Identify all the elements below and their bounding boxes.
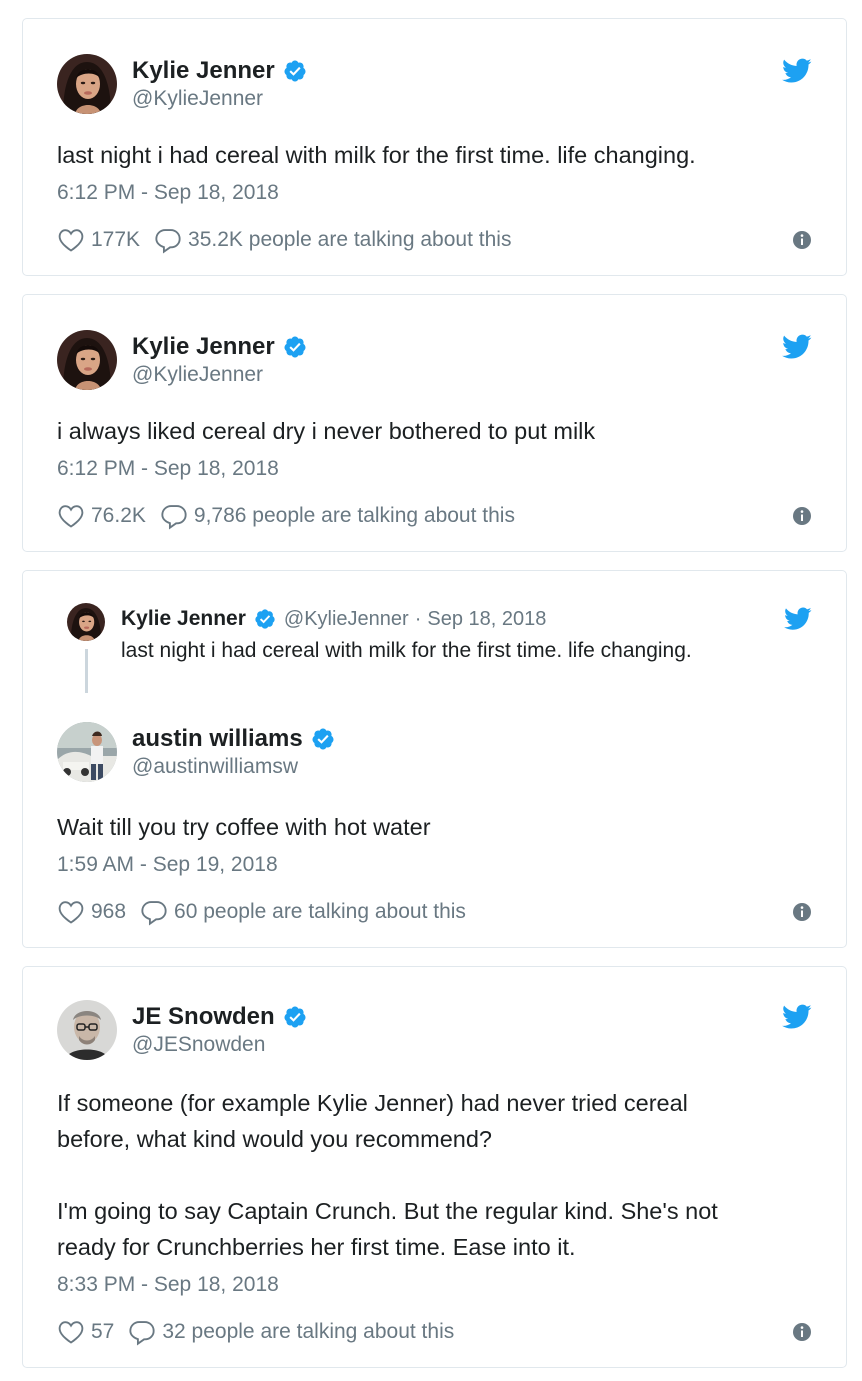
like-count[interactable]: 76.2K (91, 504, 146, 528)
quoted-tweet[interactable]: Kylie Jenner @KylieJenner · Sep 18, 2018… (67, 603, 812, 693)
author-name[interactable]: austin williams (132, 725, 303, 753)
avatar[interactable] (67, 603, 105, 641)
tweet-timestamp[interactable]: 8:33 PM - Sep 18, 2018 (57, 1273, 279, 1297)
tweet-timestamp[interactable]: 1:59 AM - Sep 19, 2018 (57, 853, 278, 877)
author-name[interactable]: Kylie Jenner (132, 333, 275, 361)
author-handle[interactable]: @KylieJenner (132, 362, 307, 388)
speech-bubble-icon[interactable] (140, 898, 168, 926)
tweet-card-1[interactable]: Kylie Jenner @KylieJenner last night i h… (22, 18, 847, 276)
info-icon[interactable] (792, 902, 812, 922)
like-count[interactable]: 968 (91, 900, 126, 924)
heart-icon[interactable] (57, 898, 85, 926)
tweet-actions: 57 32 people are talking about this (57, 1317, 812, 1347)
heart-icon[interactable] (57, 1318, 85, 1346)
quoted-author-handle[interactable]: @KylieJenner (284, 608, 409, 631)
avatar[interactable] (57, 54, 117, 114)
tweet-header: austin williams @austinwilliamsw (57, 722, 812, 784)
info-icon[interactable] (792, 230, 812, 250)
info-icon[interactable] (792, 1322, 812, 1342)
separator-dot: · (414, 607, 422, 630)
talking-count[interactable]: 60 people are talking about this (174, 900, 466, 924)
speech-bubble-icon[interactable] (154, 226, 182, 254)
author-name[interactable]: Kylie Jenner (132, 57, 275, 85)
like-count[interactable]: 177K (91, 228, 140, 252)
tweet-card-3[interactable]: Kylie Jenner @KylieJenner · Sep 18, 2018… (22, 570, 847, 948)
talking-count[interactable]: 9,786 people are talking about this (194, 504, 515, 528)
heart-icon[interactable] (57, 226, 85, 254)
heart-icon[interactable] (57, 502, 85, 530)
like-count[interactable]: 57 (91, 1320, 114, 1344)
verified-badge-icon (283, 1005, 307, 1029)
avatar[interactable] (57, 1000, 117, 1060)
tweet-header: Kylie Jenner @KylieJenner (57, 330, 812, 392)
author-name[interactable]: JE Snowden (132, 1003, 275, 1031)
verified-badge-icon (311, 727, 335, 751)
tweet-header: Kylie Jenner @KylieJenner (57, 54, 812, 116)
quoted-date[interactable]: Sep 18, 2018 (427, 608, 546, 631)
speech-bubble-icon[interactable] (160, 502, 188, 530)
talking-count[interactable]: 35.2K people are talking about this (188, 228, 511, 252)
tweet-card-2[interactable]: Kylie Jenner @KylieJenner i always liked… (22, 294, 847, 552)
author-handle[interactable]: @KylieJenner (132, 86, 307, 112)
info-icon[interactable] (792, 506, 812, 526)
tweet-text: Wait till you try coffee with hot water (57, 814, 431, 840)
quoted-author-name[interactable]: Kylie Jenner (121, 607, 246, 631)
quoted-text: last night i had cereal with milk for th… (121, 639, 692, 662)
twitter-bird-icon[interactable] (782, 334, 812, 360)
tweet-text: last night i had cereal with milk for th… (57, 142, 696, 168)
author-handle[interactable]: @austinwilliamsw (132, 754, 335, 780)
author-handle[interactable]: @JESnowden (132, 1032, 307, 1058)
thread-line (85, 649, 88, 693)
verified-badge-icon (254, 608, 276, 630)
twitter-bird-icon[interactable] (782, 58, 812, 84)
verified-badge-icon (283, 335, 307, 359)
tweet-actions: 177K 35.2K people are talking about this (57, 225, 812, 255)
quoted-header: Kylie Jenner @KylieJenner · Sep 18, 2018 (121, 607, 546, 631)
tweet-card-4[interactable]: JE Snowden @JESnowden If someone (for ex… (22, 966, 847, 1368)
tweet-actions: 968 60 people are talking about this (57, 897, 812, 927)
tweet-timestamp[interactable]: 6:12 PM - Sep 18, 2018 (57, 457, 279, 481)
twitter-bird-icon[interactable] (784, 607, 812, 631)
tweet-text: If someone (for example Kylie Jenner) ha… (57, 1090, 718, 1260)
talking-count[interactable]: 32 people are talking about this (162, 1320, 454, 1344)
tweet-header: JE Snowden @JESnowden (57, 1000, 812, 1062)
twitter-bird-icon[interactable] (782, 1004, 812, 1030)
tweet-actions: 76.2K 9,786 people are talking about thi… (57, 501, 812, 531)
avatar[interactable] (57, 722, 117, 782)
speech-bubble-icon[interactable] (128, 1318, 156, 1346)
tweet-text: i always liked cereal dry i never bother… (57, 418, 596, 444)
tweet-timestamp[interactable]: 6:12 PM - Sep 18, 2018 (57, 181, 279, 205)
verified-badge-icon (283, 59, 307, 83)
avatar[interactable] (57, 330, 117, 390)
